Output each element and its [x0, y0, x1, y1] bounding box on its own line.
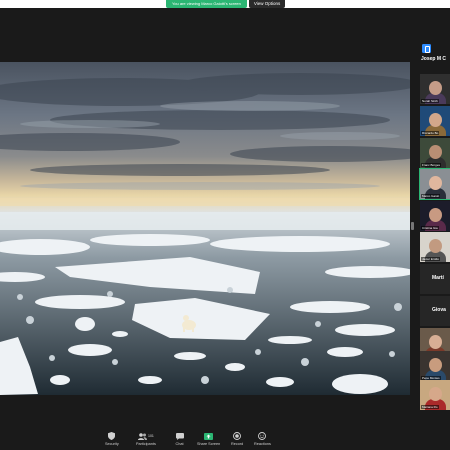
- participant-tile[interactable]: Pepe Montes: [420, 351, 450, 381]
- participant-tile[interactable]: Norah Sinth: [420, 74, 450, 104]
- share-screen-icon: [204, 432, 214, 440]
- participant-name: Cristina Gia: [421, 226, 439, 230]
- participants-label: Participants: [136, 442, 156, 446]
- share-banner: You are viewing Marco Gaiotti's screen V…: [166, 0, 286, 8]
- meeting-toolbar: Security 101 Participants Chat Share Scr…: [0, 428, 450, 450]
- participant-name: Giova: [432, 307, 446, 313]
- shared-photo: [0, 62, 410, 395]
- participant-tile[interactable]: Javier Emilio: [420, 232, 450, 262]
- participants-icon: 101: [137, 432, 155, 440]
- security-label: Security: [105, 442, 119, 446]
- active-speaker-name: Josep M C: [421, 56, 447, 62]
- reactions-label: Reactions: [254, 442, 271, 446]
- participant-name: Riccardo Bo: [421, 131, 440, 135]
- viewing-screen-label: You are viewing Marco Gaiotti's screen: [166, 0, 247, 8]
- gallery-resize-handle[interactable]: [411, 222, 414, 230]
- participant-tile[interactable]: Cristina Gia: [420, 201, 450, 231]
- pin-icon[interactable]: [422, 44, 431, 53]
- participant-gallery: Josep M C Norah Sinth Riccardo Bo Franc …: [418, 40, 450, 412]
- record-label: Record: [231, 442, 244, 446]
- security-button[interactable]: Security: [105, 432, 119, 446]
- participant-name: Martí: [432, 275, 444, 281]
- participants-count: 101: [148, 434, 154, 438]
- participant-name: Marco Gaiott: [421, 194, 441, 198]
- participant-tile[interactable]: Mariana Ro: [420, 380, 450, 410]
- participant-tile-active-speaker[interactable]: Marco Gaiott: [419, 168, 450, 200]
- participant-tile-no-video[interactable]: Martí: [420, 264, 450, 294]
- record-icon: [233, 432, 242, 440]
- record-button[interactable]: Record: [231, 432, 243, 446]
- participant-name: Norah Sinth: [421, 99, 439, 103]
- participant-name: Javier Emilio: [421, 257, 441, 261]
- participants-button[interactable]: 101 Participants: [136, 432, 156, 446]
- chat-icon: [175, 432, 184, 440]
- view-options-button[interactable]: View Options: [248, 0, 286, 8]
- reactions-icon: [258, 432, 267, 440]
- chat-label: Chat: [175, 442, 184, 446]
- shared-screen[interactable]: [0, 62, 410, 395]
- share-screen-button[interactable]: Share Screen: [197, 432, 220, 446]
- share-screen-label: Share Screen: [197, 442, 221, 446]
- participant-tile-no-video[interactable]: Giova: [420, 296, 450, 326]
- participant-name: Mariana Ro: [421, 405, 439, 409]
- chat-button[interactable]: Chat: [175, 432, 184, 446]
- participant-name: Franc Borges: [421, 163, 442, 167]
- shield-icon: [107, 432, 116, 440]
- participant-tile[interactable]: Riccardo Bo: [420, 106, 450, 136]
- participant-tile[interactable]: Franc Borges: [420, 138, 450, 168]
- reactions-button[interactable]: Reactions: [254, 432, 271, 446]
